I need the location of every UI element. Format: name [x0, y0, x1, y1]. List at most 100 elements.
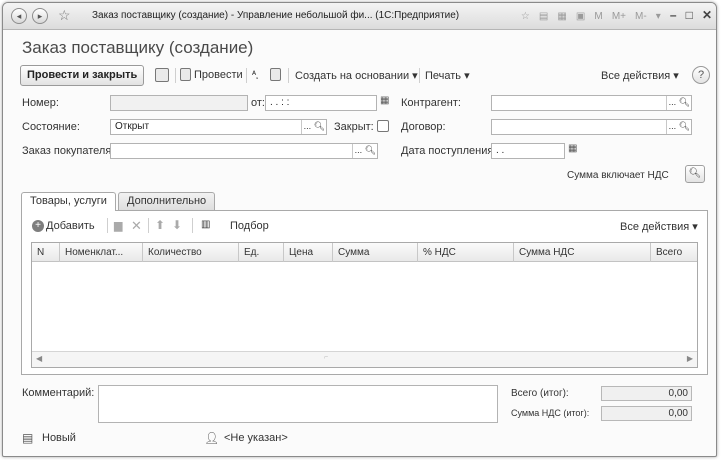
separator — [175, 68, 176, 83]
star-icon[interactable]: ☆ — [58, 7, 71, 24]
state-value: Открыт — [115, 121, 150, 132]
vat-total-value: 0,00 — [601, 406, 692, 421]
separator — [107, 218, 108, 233]
dropdown-icon[interactable]: ▾ — [656, 11, 661, 22]
number-label: Номер: — [22, 97, 59, 109]
scroll-left-icon[interactable]: ◀ — [36, 354, 42, 363]
receipt-date-field[interactable]: . . — [491, 143, 565, 159]
back-icon[interactable]: ◂ — [11, 8, 27, 24]
form-title: Заказ поставщику (создание) — [22, 38, 254, 57]
document-status: Новый — [42, 432, 76, 444]
maximize-icon[interactable]: □ — [686, 8, 693, 22]
calendar-icon[interactable]: ▦ — [568, 143, 577, 154]
scroll-grip-icon[interactable]: ⌐ — [324, 354, 328, 361]
contract-field[interactable]: ... 🔍︎ — [491, 119, 692, 135]
forward-icon[interactable]: ▸ — [32, 8, 48, 24]
post-icon — [180, 68, 191, 81]
number-field[interactable] — [110, 95, 248, 111]
grid-toolbar: + Добавить ▆ ✕ ⬆ ⬇ ▥ Подбор Все действия… — [22, 211, 707, 241]
customer-order-label: Заказ покупателя: — [22, 145, 115, 157]
customer-order-field[interactable]: ... 🔍︎ — [110, 143, 378, 159]
window-title: Заказ поставщику (создание) - Управление… — [92, 10, 460, 21]
date-label: от: — [251, 97, 265, 109]
document-icon[interactable] — [270, 68, 281, 81]
vat-total-label: Сумма НДС (итог): — [511, 408, 590, 418]
delete-icon[interactable]: ✕ — [131, 218, 142, 234]
favorite-icon[interactable]: ☆ — [521, 11, 530, 22]
separator — [148, 218, 149, 233]
save-icon[interactable] — [155, 68, 169, 82]
total-value: 0,00 — [601, 386, 692, 401]
document-status-icon: ▤ — [22, 431, 34, 445]
post-and-close-button[interactable]: Провести и закрыть — [20, 65, 145, 86]
calendar-icon[interactable]: ▦ — [380, 95, 389, 106]
state-field[interactable]: Открыт ... 🔍︎ — [110, 119, 327, 135]
select-button[interactable]: ... 🔍︎ — [665, 96, 691, 110]
separator — [246, 68, 247, 83]
column-header[interactable]: Всего — [651, 243, 699, 262]
closed-checkbox[interactable] — [377, 120, 389, 132]
receipt-date-label: Дата поступления: — [401, 145, 497, 157]
separator — [419, 68, 420, 83]
tab-panel: + Добавить ▆ ✕ ⬆ ⬇ ▥ Подбор Все действия… — [21, 210, 708, 375]
contract-label: Договор: — [401, 121, 446, 133]
comment-field[interactable] — [98, 385, 498, 423]
tab-goods-services[interactable]: Товары, услуги — [21, 192, 116, 211]
minimize-icon[interactable]: – — [670, 8, 677, 22]
column-header[interactable]: Сумма — [333, 243, 418, 262]
vat-settings-button[interactable]: 🔍︎ — [685, 165, 705, 183]
author-value[interactable]: <Не указан> — [224, 432, 288, 444]
separator — [192, 218, 193, 233]
tab-additional[interactable]: Дополнительно — [118, 192, 216, 210]
column-header[interactable]: Ед. — [239, 243, 284, 262]
add-button[interactable]: Добавить — [46, 220, 95, 232]
select-button[interactable]: ... 🔍︎ — [300, 120, 326, 134]
column-header[interactable]: Количество — [143, 243, 239, 262]
table-header: N Номенклат... Количество Ед. Цена Сумма… — [32, 243, 697, 262]
total-label: Всего (итог): — [511, 388, 569, 399]
close-icon[interactable]: ✕ — [702, 8, 712, 22]
all-actions-button[interactable]: Все действия ▾ — [601, 69, 679, 82]
post-button[interactable]: Провести — [194, 69, 243, 81]
comment-label: Комментарий: — [22, 387, 95, 399]
counterparty-field[interactable]: ... 🔍︎ — [491, 95, 692, 111]
selection-button[interactable]: Подбор — [230, 220, 269, 232]
select-button[interactable]: ... 🔍︎ — [665, 120, 691, 134]
help-icon[interactable]: ? — [692, 66, 710, 84]
scroll-right-icon[interactable]: ▶ — [687, 354, 693, 363]
closed-label: Закрыт: — [334, 121, 374, 133]
date-field[interactable]: . . : : — [265, 95, 377, 111]
column-header[interactable]: Сумма НДС — [514, 243, 651, 262]
copy-icon[interactable]: ▆ — [114, 219, 122, 232]
select-button[interactable]: ... 🔍︎ — [351, 144, 377, 158]
add-icon[interactable]: + — [32, 220, 44, 232]
move-down-icon[interactable]: ⬇ — [172, 218, 182, 232]
calendar-icon[interactable]: ▣ — [576, 11, 585, 22]
user-icon: 👤︎ — [204, 431, 220, 445]
barcode-icon[interactable]: ▥ — [201, 219, 210, 230]
column-header[interactable]: Номенклат... — [60, 243, 143, 262]
highlight-changes-icon[interactable]: ᴬ˛ — [252, 69, 259, 79]
grid-all-actions-button[interactable]: Все действия ▾ — [620, 220, 698, 233]
goods-table[interactable]: N Номенклат... Количество Ед. Цена Сумма… — [31, 242, 698, 368]
column-header[interactable]: Цена — [284, 243, 333, 262]
state-label: Состояние: — [22, 121, 80, 133]
horizontal-scrollbar[interactable]: ◀ ⌐ ▶ — [32, 351, 697, 367]
memory-plus-button[interactable]: M+ — [612, 11, 626, 22]
memory-minus-button[interactable]: M- — [635, 11, 647, 22]
column-header[interactable]: N — [32, 243, 60, 262]
history-icon[interactable]: ▤ — [539, 11, 548, 22]
vat-included-note: Сумма включает НДС — [567, 170, 669, 181]
calculator-icon[interactable]: ▦ — [557, 11, 566, 22]
create-based-on-button[interactable]: Создать на основании ▾ — [295, 69, 418, 82]
command-bar: Провести и закрыть Провести ᴬ˛ Создать н… — [20, 65, 710, 87]
column-header[interactable]: % НДС — [418, 243, 514, 262]
memory-m-button[interactable]: M — [594, 11, 602, 22]
app-window: ◂ ▸ ☆ Заказ поставщику (создание) - Упра… — [2, 2, 717, 457]
counterparty-label: Контрагент: — [401, 97, 461, 109]
move-up-icon[interactable]: ⬆ — [155, 218, 165, 232]
title-bar: ◂ ▸ ☆ Заказ поставщику (создание) - Упра… — [3, 3, 716, 30]
print-button[interactable]: Печать ▾ — [425, 69, 470, 82]
separator — [288, 68, 289, 83]
title-bar-controls: ☆ ▤ ▦ ▣ M M+ M- ▾ – □ ✕ — [515, 8, 712, 22]
